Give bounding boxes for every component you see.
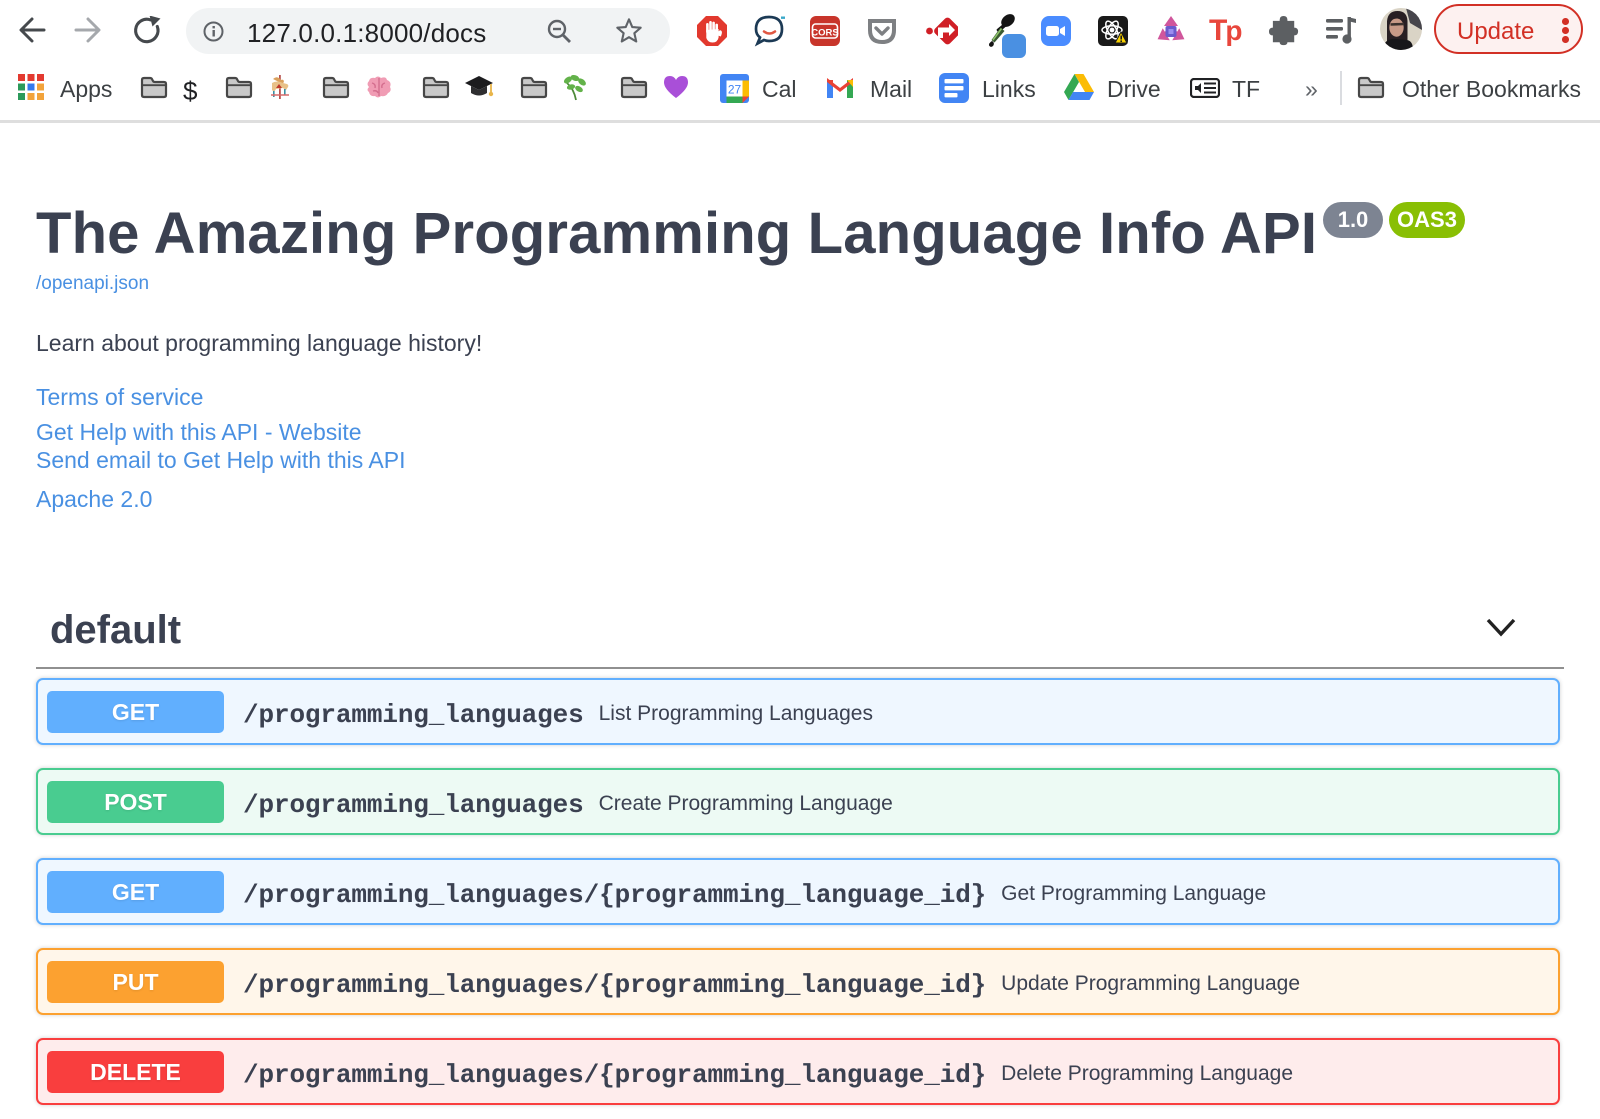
svg-text:27: 27 — [728, 83, 742, 97]
svg-text:CORS: CORS — [811, 28, 838, 39]
